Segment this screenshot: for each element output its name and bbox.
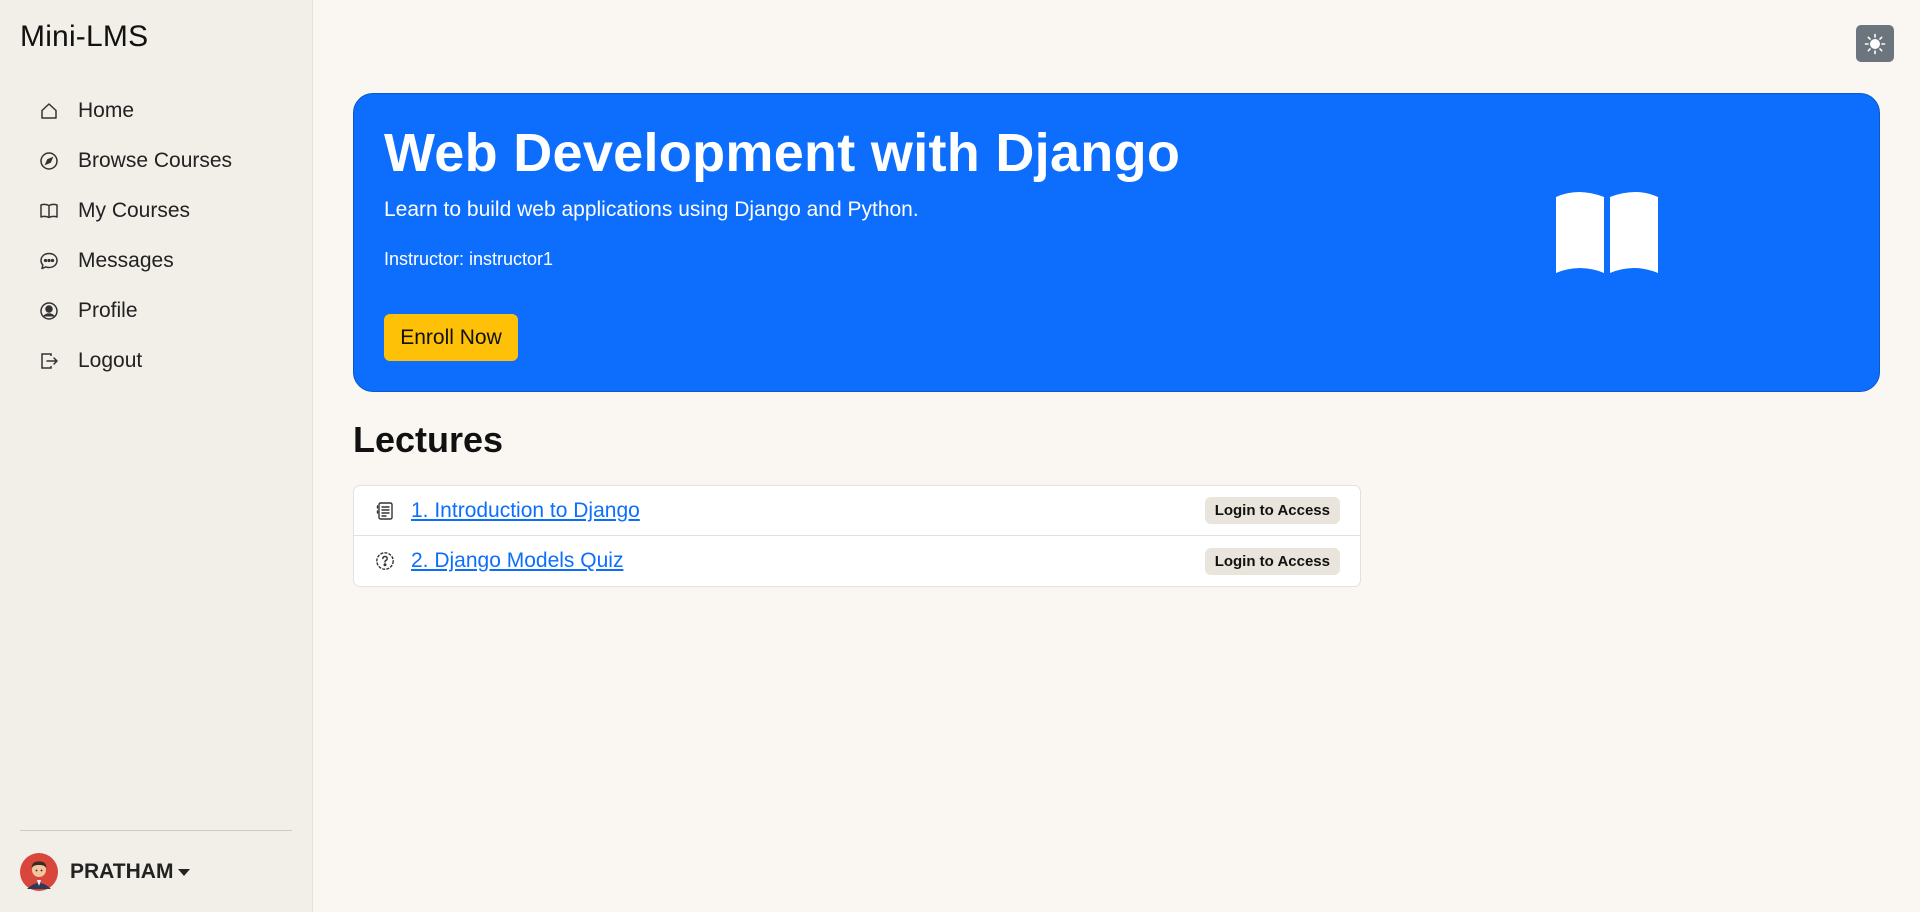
user-name: PRATHAM [70,860,174,883]
logout-icon [38,350,60,372]
sidebar-item-label: My Courses [78,199,191,222]
sidebar-nav: Home Browse Courses My Courses Messages … [20,86,292,386]
sidebar-item-label: Logout [78,349,143,372]
theme-toggle-button[interactable] [1856,25,1894,62]
compass-icon [38,150,60,172]
question-circle-icon [374,550,396,572]
lecture-link[interactable]: 1. Introduction to Django [411,499,1205,523]
sidebar-item-label: Messages [78,249,174,272]
lecture-link[interactable]: 2. Django Models Quiz [411,549,1205,573]
enroll-button[interactable]: Enroll Now [384,314,518,361]
course-title: Web Development with Django [384,123,1181,183]
lectures-heading: Lectures [353,419,504,460]
document-icon [374,500,396,522]
sidebar-item-my-courses[interactable]: My Courses [20,186,292,236]
sidebar-item-label: Browse Courses [78,149,233,172]
book-icon [38,200,60,222]
sidebar-item-browse-courses[interactable]: Browse Courses [20,136,292,186]
course-instructor: Instructor: instructor1 [384,249,554,269]
brand-title[interactable]: Mini-LMS [20,20,148,54]
sidebar-item-label: Home [78,99,135,122]
caret-down-icon [178,868,191,876]
chat-icon [38,250,60,272]
status-badge: Login to Access [1204,547,1340,575]
course-hero: Web Development with Django Learn to bui… [353,93,1880,392]
sidebar: Mini-LMS Home Browse Courses My Courses … [0,0,313,912]
lecture-list: 1. Introduction to Django Login to Acces… [353,485,1361,587]
home-icon [38,100,60,122]
sun-icon [1864,33,1886,54]
user-menu[interactable]: PRATHAM [20,853,191,891]
person-circle-icon [38,300,60,322]
sidebar-item-profile[interactable]: Profile [20,286,292,336]
list-item: 2. Django Models Quiz Login to Access [354,536,1360,586]
sidebar-item-logout[interactable]: Logout [20,336,292,386]
open-book-icon [1556,192,1658,273]
status-badge: Login to Access [1204,497,1340,524]
sidebar-item-label: Profile [78,299,138,322]
sidebar-item-home[interactable]: Home [20,86,292,136]
course-description: Learn to build web applications using Dj… [384,198,919,221]
sidebar-divider [20,830,292,831]
avatar [20,853,58,891]
list-item: 1. Introduction to Django Login to Acces… [354,486,1360,536]
sidebar-item-messages[interactable]: Messages [20,236,292,286]
